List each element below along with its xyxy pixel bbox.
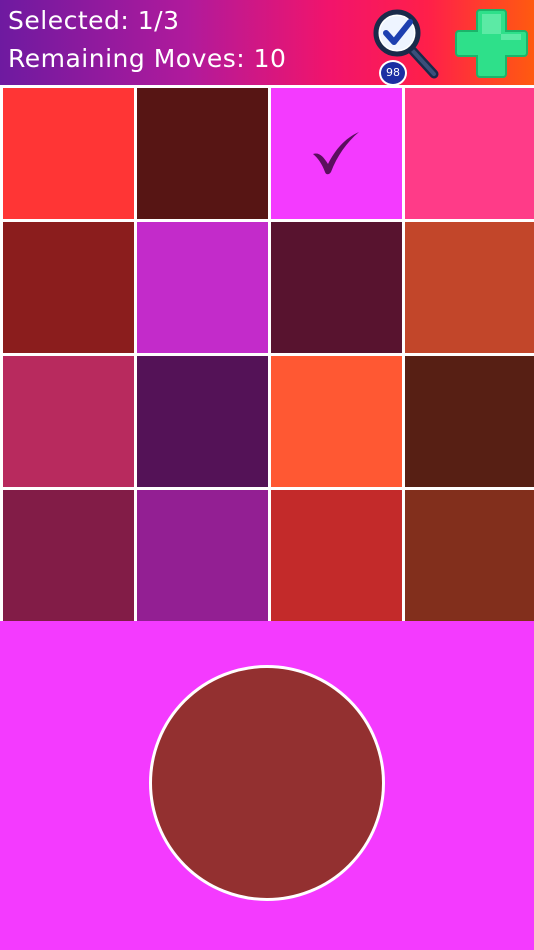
- color-tile[interactable]: [3, 222, 134, 353]
- hint-count-badge: 98: [379, 60, 407, 86]
- color-tile[interactable]: [271, 356, 402, 487]
- target-color-circle: [149, 665, 385, 901]
- color-tile[interactable]: [405, 222, 534, 353]
- selected-counter: Selected: 1/3: [8, 6, 180, 35]
- target-area: [0, 621, 534, 950]
- remaining-moves-counter: Remaining Moves: 10: [8, 44, 287, 73]
- color-tile[interactable]: [3, 88, 134, 219]
- color-tile[interactable]: [405, 356, 534, 487]
- color-tile[interactable]: [271, 222, 402, 353]
- checkmark-icon: [313, 132, 359, 175]
- color-tile-grid: [0, 85, 534, 621]
- color-tile[interactable]: [3, 356, 134, 487]
- color-tile[interactable]: [271, 88, 402, 219]
- color-tile[interactable]: [405, 88, 534, 219]
- add-moves-button[interactable]: [455, 7, 528, 79]
- color-tile[interactable]: [137, 222, 268, 353]
- game-screen: Selected: 1/3 Remaining Moves: 10 98: [0, 0, 534, 950]
- color-tile[interactable]: [137, 356, 268, 487]
- plus-icon: [455, 9, 528, 78]
- header-bar: Selected: 1/3 Remaining Moves: 10 98: [0, 0, 534, 86]
- color-tile[interactable]: [137, 490, 268, 621]
- color-tile[interactable]: [405, 490, 534, 621]
- color-tile[interactable]: [271, 490, 402, 621]
- color-tile[interactable]: [3, 490, 134, 621]
- color-tile[interactable]: [137, 88, 268, 219]
